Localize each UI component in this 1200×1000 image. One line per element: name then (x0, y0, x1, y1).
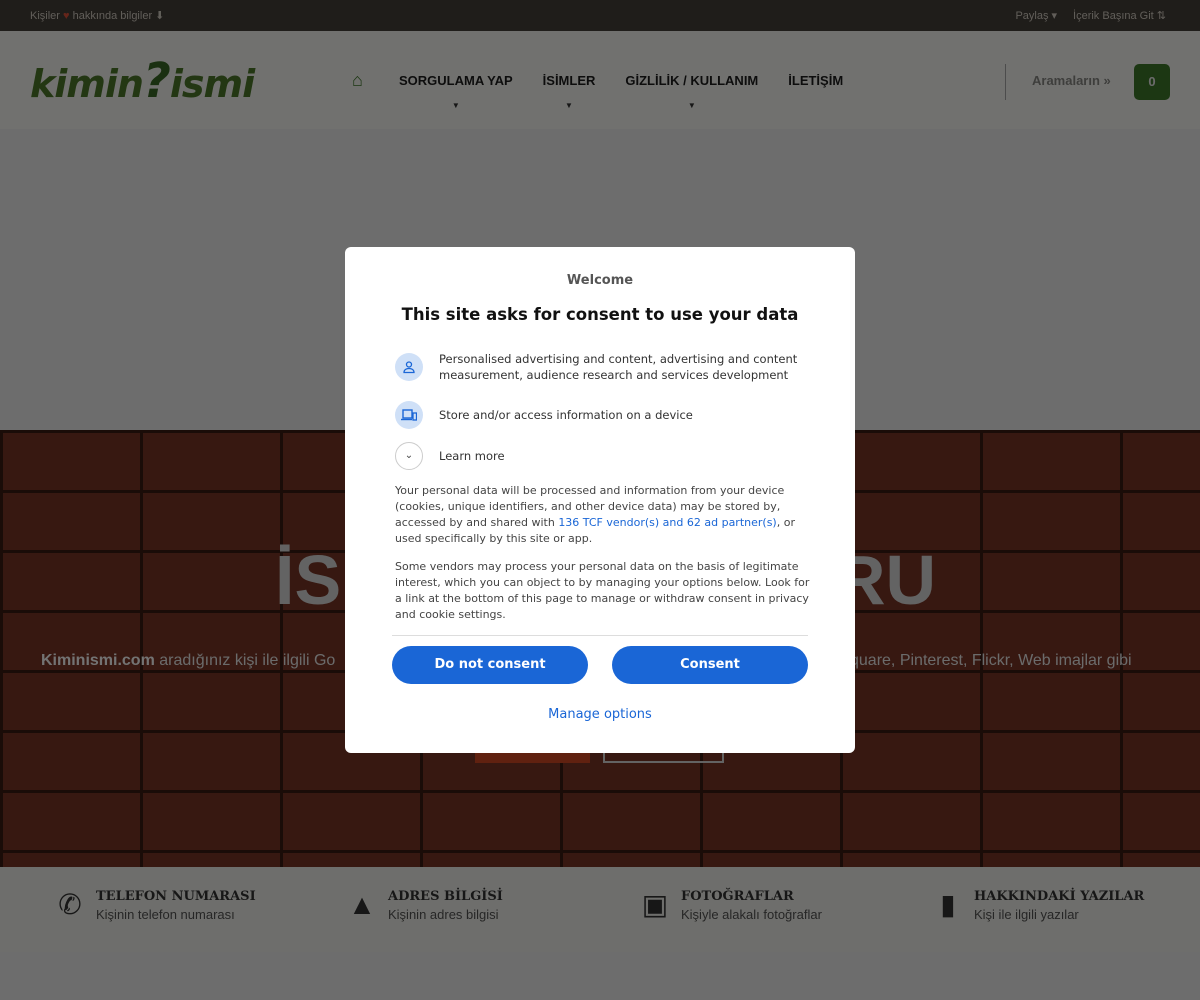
consent-dialog: Welcome This site asks for consent to us… (345, 247, 855, 753)
nav-iletisim[interactable]: İLETİŞİM (788, 73, 843, 88)
nav-isimler[interactable]: İSİMLER ▼ (543, 73, 596, 110)
do-not-consent-button[interactable]: Do not consent (392, 646, 588, 684)
phone-icon: ✆ (58, 889, 82, 920)
manage-options-link[interactable]: Manage options (345, 707, 855, 722)
welcome-label: Welcome (566, 273, 634, 288)
purpose-item: Store and/or access information on a dev… (395, 401, 815, 429)
page-bottom (0, 952, 1200, 1000)
main-nav: ⌂ SORGULAMA YAP ▼ İSİMLER ▼ GİZLİLİK / KUL… (352, 71, 873, 110)
divider (1005, 64, 1006, 100)
hero-text: Kiminismi.com aradığınız kişi ile ilgili… (41, 652, 336, 669)
feature-photos: ▣ FOTOĞRAFLAR Kişiyle alakalı fotoğraflar (639, 889, 822, 922)
share-menu[interactable]: Paylaş ▾ (1015, 9, 1057, 22)
feature-articles: ▮ HAKKINDAKİ YAZILAR Kişi ile ilgili yazıl… (932, 889, 1144, 922)
hero-text-end: square, Pinterest, Flickr, Web imajlar g… (842, 652, 1132, 669)
road-icon: ▲ (348, 889, 376, 920)
header: kimin?ismi ⌂ SORGULAMA YAP ▼ İSİMLER ▼ GİZ… (0, 31, 1200, 129)
nav-sorgulama[interactable]: SORGULAMA YAP ▼ (399, 73, 513, 110)
feature-phone: ✆ TELEFON NUMARASI Kişinin telefon numaras… (54, 889, 255, 922)
nav-gizlilik[interactable]: GİZLİLİK / KULLANIM ▼ (625, 73, 758, 110)
learn-more-toggle[interactable]: ⌄ Learn more (395, 442, 815, 470)
searches-link[interactable]: Aramaların » (1032, 73, 1111, 88)
caret-down-icon: ▼ (451, 100, 460, 110)
chevron-down-icon: ⌄ (395, 442, 423, 470)
consent-title: This site asks for consent to use your d… (401, 305, 799, 324)
top-bar: Kişiler ♥ hakkında bilgiler ⬇ Paylaş ▾ İ… (0, 0, 1200, 31)
caret-down-icon: ▼ (565, 100, 573, 110)
legitimate-interest-paragraph: Some vendors may process your personal d… (395, 560, 810, 621)
caret-down-icon: ▼ (687, 100, 696, 110)
devices-icon (395, 401, 423, 429)
features: ✆ TELEFON NUMARASI Kişinin telefon numaras… (0, 867, 1200, 952)
consent-paragraph: Your personal data will be processed and… (395, 484, 795, 545)
purpose-item: Personalised advertising and content, ad… (395, 351, 815, 383)
logo[interactable]: kimin?ismi (30, 53, 255, 109)
consent-button[interactable]: Consent (612, 646, 808, 684)
home-icon[interactable]: ⌂ (352, 71, 372, 89)
heart-icon: ♥ (63, 10, 70, 22)
vendors-link[interactable]: 136 TCF vendor(s) and 62 ad partner(s) (558, 516, 776, 529)
divider (392, 635, 808, 636)
searches-count-badge[interactable]: 0 (1134, 64, 1170, 100)
image-icon: ▣ (641, 889, 669, 920)
go-top-link[interactable]: İçerik Başına Git ⇅ (1073, 9, 1166, 22)
feature-address: ▲ ADRES BİLGİSİ Kişinin adres bilgisi (346, 889, 503, 922)
person-icon (395, 353, 423, 381)
book-icon: ▮ (940, 889, 956, 920)
tagline: Kişiler ♥ hakkında bilgiler ⬇ (30, 10, 165, 22)
